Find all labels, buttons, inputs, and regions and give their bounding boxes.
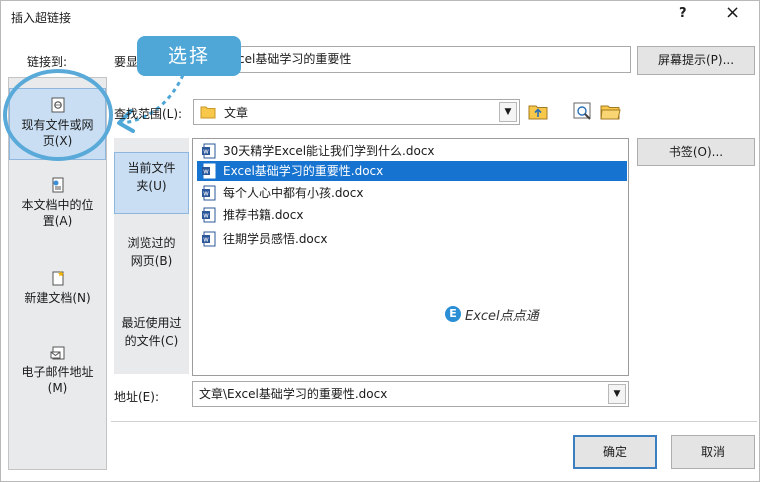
- list-item[interactable]: w 往期学员感悟.docx: [197, 229, 627, 249]
- display-text-input[interactable]: cel基础学习的重要性: [193, 46, 631, 73]
- look-in-select[interactable]: 文章 ▼: [193, 99, 520, 125]
- chevron-down-icon[interactable]: ▼: [499, 102, 517, 122]
- email-address-icon: [50, 346, 64, 360]
- word-document-icon: w: [202, 163, 216, 179]
- nav-create-new-document[interactable]: 新建文档(N): [9, 266, 106, 316]
- annotation-bubble: 选择: [137, 36, 241, 76]
- look-in-label: 查找范围(L):: [114, 107, 183, 121]
- screentip-button[interactable]: 屏幕提示(P)...: [637, 46, 755, 75]
- look-in-value: 文章: [224, 106, 249, 120]
- annotation-highlight-circle: [3, 69, 113, 161]
- list-item[interactable]: w Excel基础学习的重要性.docx: [197, 161, 627, 181]
- subnav-recent-files[interactable]: 最近使用过 的文件(C): [114, 314, 189, 358]
- subnav-label: 夹(U): [136, 179, 167, 193]
- file-name: 每个人心中都有小孩.docx: [223, 186, 364, 200]
- address-value: 文章\Excel基础学习的重要性.docx: [199, 387, 388, 401]
- watermark-text: Excel点点通: [465, 309, 539, 324]
- word-document-icon: w: [202, 185, 216, 201]
- browse-scope-nav: 当前文件 夹(U) 浏览过的 网页(B) 最近使用过 的文件(C): [114, 138, 189, 374]
- address-input[interactable]: 文章\Excel基础学习的重要性.docx ▼: [192, 381, 629, 407]
- browse-file-icon[interactable]: [599, 100, 621, 122]
- close-button[interactable]: ×: [725, 2, 740, 23]
- ok-button[interactable]: 确定: [573, 435, 657, 469]
- nav-place-in-document[interactable]: 本文档中的位 置(A): [9, 173, 106, 243]
- nav-item-label: (M): [47, 381, 68, 395]
- bookmark-button[interactable]: 书签(O)...: [637, 138, 755, 166]
- nav-item-label: 置(A): [42, 214, 73, 228]
- file-list[interactable]: w 30天精学Excel能让我们学到什么.docx w Excel基础学习的重要…: [192, 138, 629, 376]
- document-place-icon: [52, 177, 63, 193]
- browse-web-icon[interactable]: [572, 100, 594, 122]
- word-document-icon: w: [202, 143, 216, 159]
- watermark-logo-icon: E: [445, 306, 461, 322]
- link-to-label: 链接到:: [27, 55, 68, 69]
- nav-item-label: 新建文档(N): [24, 291, 91, 305]
- nav-item-label: 本文档中的位: [21, 198, 94, 212]
- dialog-title: 插入超链接: [11, 11, 72, 25]
- address-label: 地址(E):: [114, 390, 159, 404]
- divider: [111, 421, 757, 422]
- up-folder-icon[interactable]: [527, 100, 549, 122]
- word-document-icon: w: [202, 207, 216, 223]
- list-item[interactable]: w 每个人心中都有小孩.docx: [197, 183, 627, 203]
- subnav-current-folder[interactable]: 当前文件 夹(U): [114, 152, 189, 214]
- new-document-icon: [52, 271, 64, 286]
- svg-text:w: w: [203, 148, 209, 156]
- folder-icon: [200, 106, 216, 119]
- svg-text:w: w: [203, 168, 209, 176]
- subnav-browsed-pages[interactable]: 浏览过的 网页(B): [114, 234, 189, 278]
- display-text-label: 要显: [114, 55, 139, 69]
- insert-hyperlink-dialog: 插入超链接 ? × 链接到: 现有文件或网 页(X) 本文档中的位 置(A) 新…: [0, 0, 760, 482]
- svg-text:w: w: [203, 190, 209, 198]
- subnav-label: 最近使用过: [121, 316, 182, 330]
- nav-item-label: 电子邮件地址: [21, 365, 94, 379]
- file-name: 30天精学Excel能让我们学到什么.docx: [223, 144, 435, 158]
- svg-text:w: w: [203, 236, 209, 244]
- subnav-label: 的文件(C): [124, 334, 179, 348]
- chevron-down-icon[interactable]: ▼: [608, 384, 626, 404]
- list-item[interactable]: w 推荐书籍.docx: [197, 205, 627, 225]
- subnav-label: 网页(B): [130, 254, 173, 268]
- file-name: 往期学员感悟.docx: [223, 232, 328, 246]
- file-name: 推荐书籍.docx: [223, 208, 304, 222]
- file-name: Excel基础学习的重要性.docx: [223, 164, 384, 178]
- help-button[interactable]: ?: [679, 6, 687, 21]
- subnav-label: 当前文件: [127, 161, 176, 175]
- cancel-button[interactable]: 取消: [671, 435, 755, 469]
- word-document-icon: w: [202, 231, 216, 247]
- list-item[interactable]: w 30天精学Excel能让我们学到什么.docx: [197, 141, 627, 161]
- nav-email-address[interactable]: 电子邮件地址 (M): [9, 340, 106, 410]
- svg-text:w: w: [203, 212, 209, 220]
- subnav-label: 浏览过的: [127, 236, 176, 250]
